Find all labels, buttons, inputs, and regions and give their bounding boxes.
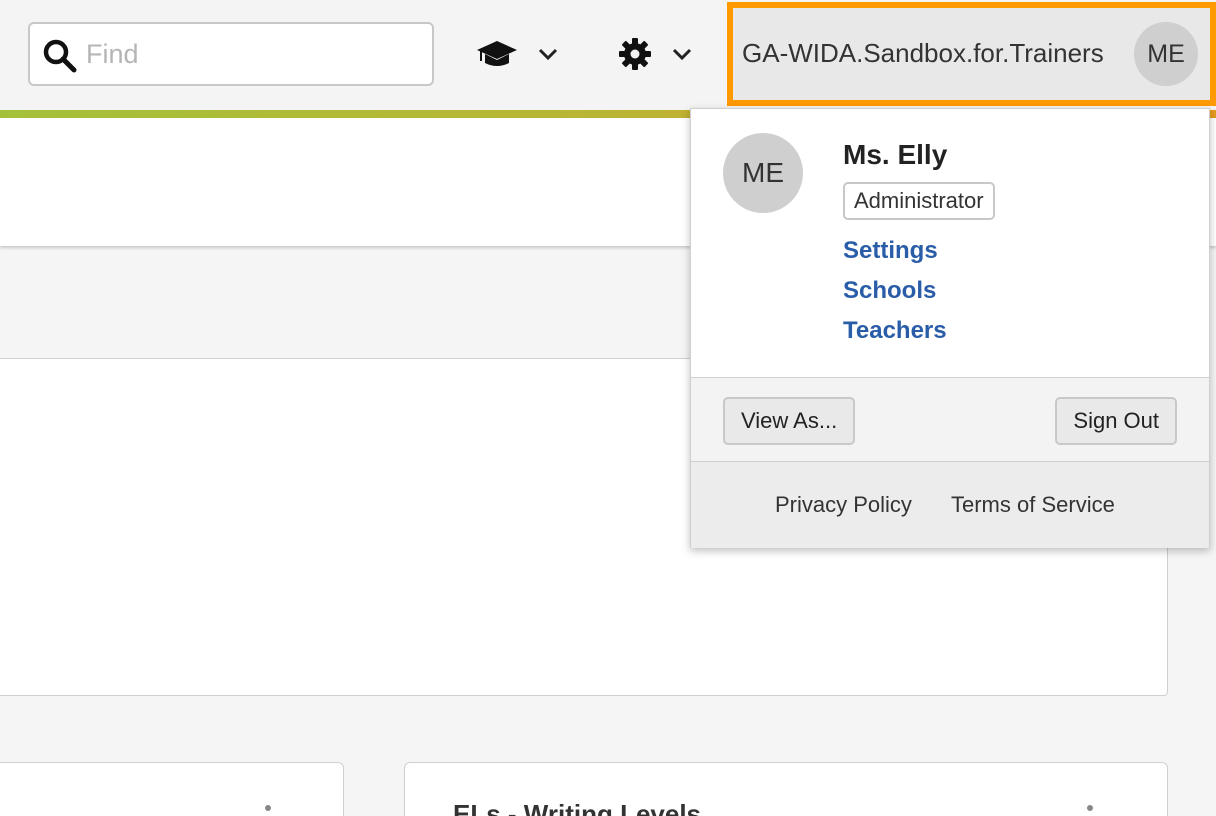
role-badge: Administrator [843, 182, 995, 220]
user-menu-footer: Privacy Policy Terms of Service [691, 462, 1209, 548]
card-options-icon[interactable] [265, 805, 271, 811]
top-bar: GA-WIDA.Sandbox.for.Trainers ME [0, 0, 1216, 110]
search-box[interactable] [28, 22, 434, 86]
chevron-down-icon [538, 48, 558, 61]
courses-menu-button[interactable] [476, 26, 558, 82]
gear-icon [619, 38, 651, 70]
chevron-down-icon [672, 48, 692, 61]
card-options-icon[interactable] [1087, 805, 1093, 811]
graduation-cap-icon [477, 41, 517, 66]
search-icon [43, 39, 77, 73]
settings-menu-button[interactable] [618, 26, 692, 82]
card-title: ELs - Writing Levels [453, 799, 702, 816]
privacy-policy-link[interactable]: Privacy Policy [775, 492, 912, 518]
avatar: ME [1134, 22, 1198, 86]
user-menu-dropdown: ME Ms. Elly Administrator Settings Schoo… [690, 108, 1210, 548]
dashboard-card [0, 762, 344, 816]
org-name: GA-WIDA.Sandbox.for.Trainers [742, 38, 1104, 68]
sign-out-button[interactable]: Sign Out [1055, 397, 1177, 445]
search-input[interactable] [86, 34, 416, 74]
dashboard-card-writing-levels: ELs - Writing Levels [404, 762, 1168, 816]
account-menu-button[interactable]: GA-WIDA.Sandbox.for.Trainers ME [727, 2, 1216, 106]
user-menu-actions: View As... Sign Out [691, 377, 1209, 462]
user-avatar: ME [723, 133, 803, 213]
schools-link[interactable]: Schools [843, 277, 936, 305]
view-as-button[interactable]: View As... [723, 397, 856, 445]
user-name: Ms. Elly [843, 139, 948, 170]
terms-of-service-link[interactable]: Terms of Service [951, 492, 1115, 518]
settings-link[interactable]: Settings [843, 237, 938, 265]
teachers-link[interactable]: Teachers [843, 317, 947, 345]
